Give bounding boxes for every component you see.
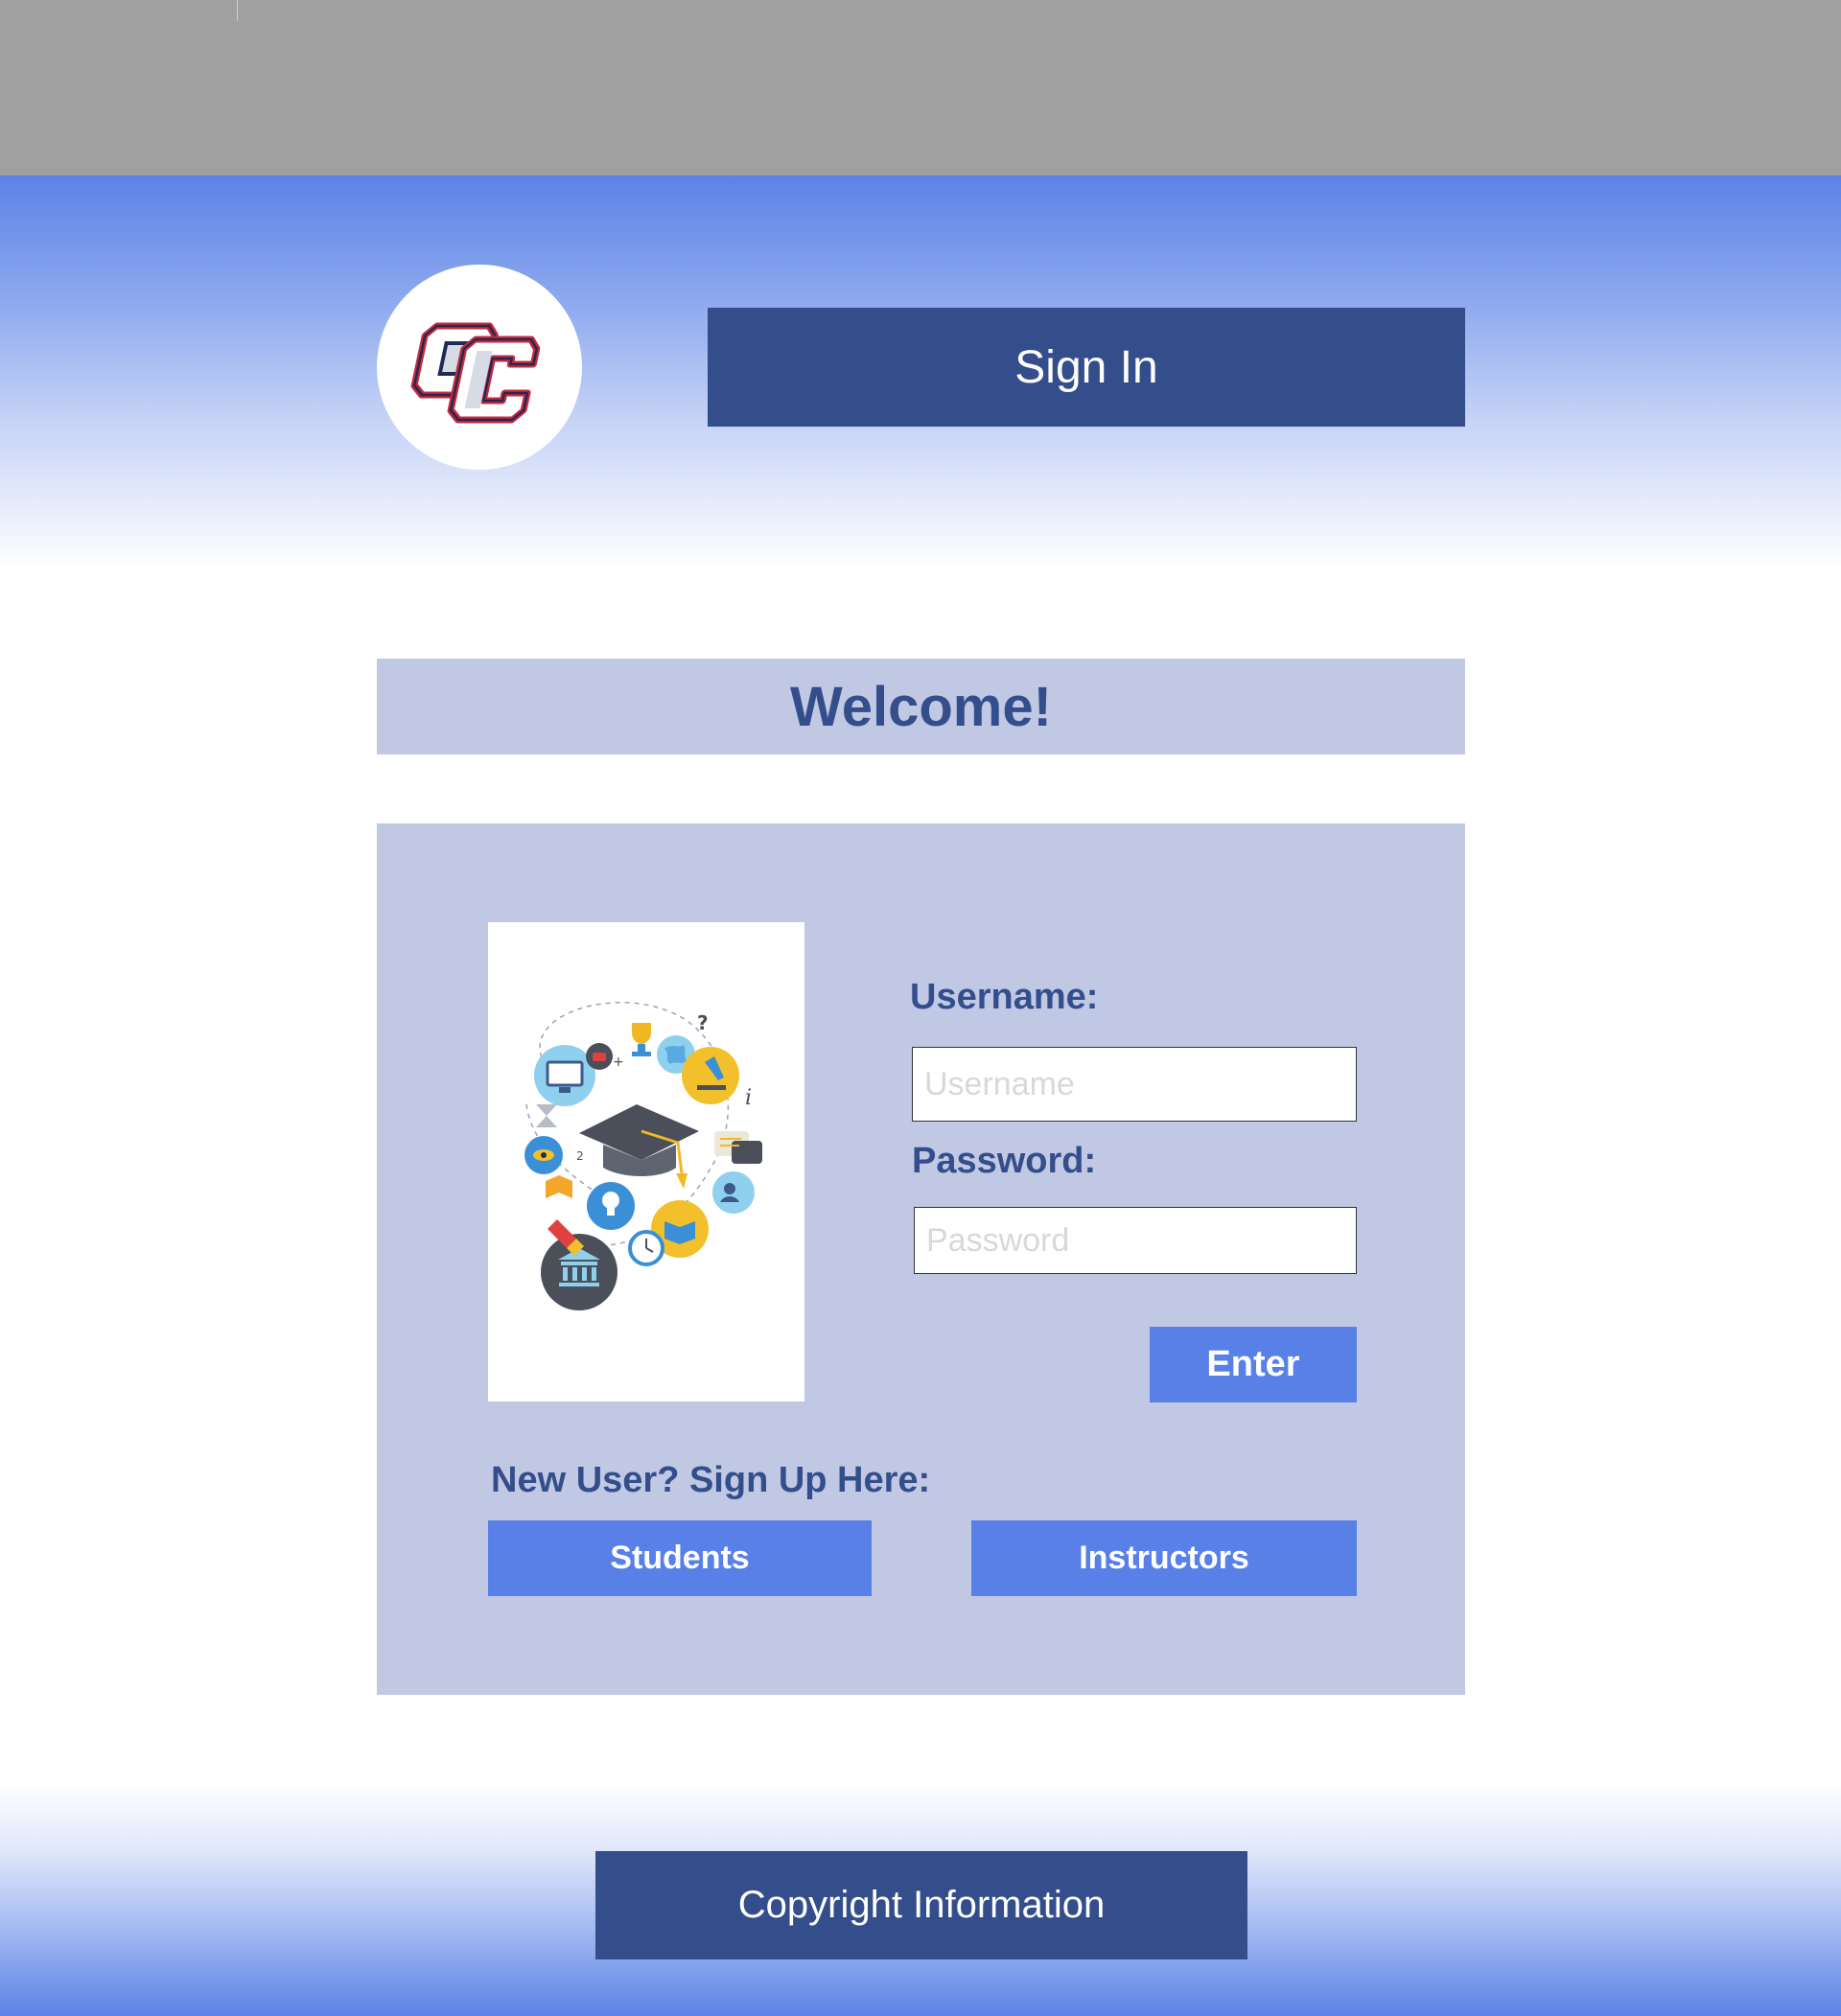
login-panel: ? i 2 + Username: Username Password: Ent… [377, 823, 1465, 1695]
svg-text:?: ? [697, 1011, 709, 1034]
education-illustration: ? i 2 + [488, 922, 804, 1402]
password-input[interactable] [914, 1207, 1357, 1274]
instructors-signup-button[interactable]: Instructors [971, 1520, 1357, 1596]
qc-logo-graphic [410, 322, 541, 424]
svg-text:2: 2 [576, 1149, 584, 1163]
username-label: Username: [910, 977, 1099, 1017]
top-bar-divider [237, 0, 238, 21]
svg-text:+: + [613, 1054, 624, 1070]
students-signup-button[interactable]: Students [488, 1520, 872, 1596]
enter-button[interactable]: Enter [1150, 1327, 1357, 1402]
welcome-title: Welcome! [790, 675, 1052, 738]
sign-in-button[interactable]: Sign In [708, 308, 1465, 427]
welcome-banner: Welcome! [377, 659, 1465, 754]
top-bar [0, 0, 1841, 175]
copyright-button[interactable]: Copyright Information [595, 1851, 1247, 1959]
signup-prompt: New User? Sign Up Here: [491, 1460, 931, 1500]
username-input[interactable] [912, 1047, 1357, 1122]
qc-logo-icon[interactable] [377, 265, 582, 470]
graduation-education-illustration: ? i 2 + [524, 1002, 762, 1310]
svg-text:i: i [745, 1086, 752, 1110]
password-label: Password: [912, 1141, 1097, 1181]
